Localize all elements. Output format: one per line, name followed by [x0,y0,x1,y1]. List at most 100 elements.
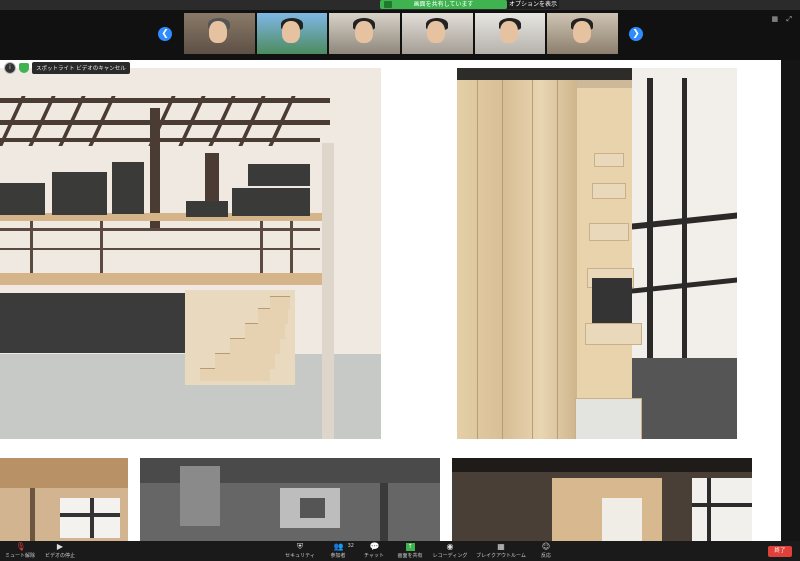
participant-thumbnails [184,13,619,54]
paper-wall [692,478,752,541]
model-stair-photo [457,68,737,439]
doorway [300,498,325,518]
breakout-rooms-button[interactable]: ▦ ブレイクアウトルーム [475,542,527,560]
spotlight-controls: i スポットライト ビデオのキャンセル [4,61,130,74]
participant-video[interactable] [402,13,473,54]
share-screen-label: 画面を共有 [397,553,423,559]
record-icon: ◉ [446,542,454,551]
lower-wall-shadow [632,358,737,439]
record-button[interactable]: ◉ レコーディング [430,542,470,560]
stair-step [592,183,626,199]
participants-icon: 👥 [333,542,344,551]
share-screen-button[interactable]: ↑ 画面を共有 [390,543,430,559]
unmute-button[interactable]: 🎙 ミュート解除 [0,542,40,560]
security-shield-icon[interactable] [19,62,29,73]
model-section-photo [0,68,381,439]
participants-button[interactable]: 👥 参加者 32 [318,542,358,560]
plank-line [502,78,503,439]
participant-face [572,21,591,43]
prev-participants-button[interactable]: ❮ [158,27,172,41]
participant-face [354,21,373,43]
interior-photo-1 [0,458,128,541]
plank-line [532,78,533,439]
post [30,488,35,541]
share-status-text: 画面を共有しています [413,1,474,8]
furniture-block [0,183,45,215]
participant-video[interactable] [547,13,619,54]
participant-video[interactable] [184,13,255,54]
right-panel-edge [781,60,800,541]
stair-step [270,296,290,309]
stair-step [258,308,288,324]
next-participants-button[interactable]: ❯ [629,27,643,41]
stair-step [594,153,624,167]
participants-label: 参加者 [330,553,346,559]
storage-void [592,278,632,323]
middle-floor-slab [0,273,322,285]
stop-video-button[interactable]: ▶ ビデオの停止 [40,542,80,560]
participant-face [427,21,446,43]
interior-photo-3 [452,458,752,541]
furniture-block [232,188,310,216]
security-label: セキュリティ [285,553,315,559]
view-options-button[interactable]: オプションを表示 ⌄ [507,0,559,17]
gallery-view-icon[interactable]: ▦ [772,15,779,23]
lower-room-interior [0,293,185,353]
stair-step [215,353,275,369]
stair-step [230,338,280,354]
participant-video[interactable] [474,13,546,54]
wall-grid [290,221,293,273]
stair-step [585,323,642,345]
wall-grid [260,221,263,273]
wall-post [90,498,94,538]
view-layout-icons[interactable]: ▦ ⤢ [772,15,792,24]
ceiling [452,458,752,472]
breakout-label: ブレイクアウトルーム [476,553,526,559]
wall-post [707,478,711,541]
stop-video-label: ビデオの停止 [44,553,75,559]
record-label: レコーディング [432,553,468,559]
chat-label: チャット [364,553,384,559]
participant-face [282,21,301,43]
stair-step [589,223,629,241]
end-wall [322,143,334,439]
meeting-toolbar: 🎙 ミュート解除 ▶ ビデオの停止 ⛨ セキュリティ 👥 参加者 32 💬 チャ… [0,541,800,561]
end-meeting-button[interactable]: 終了 [768,546,792,557]
furniture-block [52,172,107,215]
participant-face [500,21,519,43]
participant-face [209,21,228,43]
wood-panel-wall [457,78,577,439]
share-status-pill[interactable]: 画面を共有しています [380,0,507,9]
info-icon[interactable]: i [4,61,16,74]
wall-grid [0,228,320,231]
wall-panel [602,498,642,541]
furniture-block [248,164,310,186]
shield-icon: ⛨ [297,542,303,551]
furniture-block [112,162,144,214]
participant-video[interactable] [329,13,401,54]
wall-grid [0,248,320,250]
cancel-spotlight-button[interactable]: スポットライト ビデオのキャンセル [32,61,130,74]
wall-grid [100,221,103,273]
ceiling [0,458,128,488]
microphone-muted-icon: 🎙 [15,542,26,551]
fullscreen-icon[interactable]: ⤢ [786,15,792,23]
interior-photo-2 [140,458,440,541]
post [380,483,388,541]
reactions-button[interactable]: ☺ 反応 [526,542,566,560]
plank-line [477,78,478,439]
unmute-label: ミュート解除 [4,553,35,559]
video-camera-icon: ▶ [56,542,64,551]
window [180,466,220,526]
breakout-rooms-icon: ▦ [497,542,505,551]
reactions-icon: ☺ [541,542,551,551]
base-step [575,398,642,439]
reactions-label: 反応 [540,553,551,559]
chat-button[interactable]: 💬 チャット [354,543,394,560]
furniture-block [186,201,228,217]
plank-line [557,78,558,439]
stair-step [245,323,285,339]
participant-video[interactable] [256,13,328,54]
stair-step [200,368,270,381]
security-button[interactable]: ⛨ セキュリティ [280,542,320,560]
